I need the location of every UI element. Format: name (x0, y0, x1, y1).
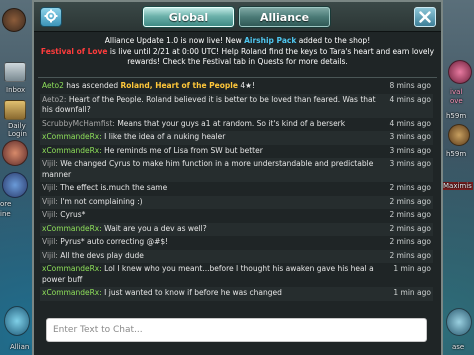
message-time: 2 mins ago (389, 250, 431, 260)
chat-header: Global Alliance (34, 2, 441, 32)
message-text: 4★! (237, 81, 255, 90)
hero-portrait-icon[interactable] (2, 172, 28, 198)
message-author[interactable]: Vijil: (42, 210, 58, 219)
message-author[interactable]: Aeto2 (42, 81, 64, 90)
chat-input[interactable] (47, 319, 426, 341)
list-item: Vijil: Cyrus* 2 mins ago (40, 209, 433, 223)
hero-portrait-icon[interactable] (2, 140, 28, 166)
announcement-festival: Festival of Love (40, 46, 108, 56)
message-text: has ascended (63, 81, 121, 90)
message-text: We changed Cyrus to make him function in… (42, 159, 374, 179)
message-time: 2 mins ago (389, 237, 431, 246)
bg-label-timer: h59m (446, 150, 467, 158)
bg-label-base: ase (452, 343, 465, 351)
message-time: 4 mins ago (389, 94, 431, 104)
announcement-text: Alliance Update 1.0 is now live! New (104, 36, 245, 45)
message-text: He reminds me of Lisa from SW but better (104, 145, 263, 155)
calendar-icon[interactable] (4, 100, 26, 120)
settings-button[interactable] (40, 7, 62, 27)
message-time: 2 mins ago (389, 223, 431, 233)
message-text: I'm not complaining :) (60, 196, 143, 206)
avatar-icon (2, 8, 26, 32)
message-text: Wait are you a dev as well? (104, 223, 207, 233)
list-item: ScrubbyMcHamfist: Means that your guys a… (40, 118, 433, 132)
bg-label-ine: ine (0, 210, 11, 218)
message-time: 2 mins ago (389, 196, 431, 206)
message-time: 2 mins ago (389, 210, 431, 219)
announcement-airship-pack: Airship Pack (244, 36, 297, 45)
close-button[interactable] (414, 7, 436, 27)
announcement-text: is live until 2/21 at 0:00 UTC! Help Rol… (107, 46, 435, 67)
list-item: Vijil: Pyrus* auto correcting @#$! 2 min… (40, 236, 433, 250)
divider (38, 77, 437, 78)
message-author[interactable]: Vijil: (42, 251, 58, 260)
message-time: 1 min ago (393, 264, 431, 273)
bg-label-login: Login (8, 130, 27, 138)
festival-icon[interactable] (448, 60, 472, 84)
message-time: 3 mins ago (389, 145, 431, 155)
message-list[interactable]: Aeto2 has ascended Roland, Heart of the … (40, 80, 433, 312)
message-author[interactable]: Vijil: (42, 183, 58, 192)
list-item: Vijil: We changed Cyrus to make him func… (40, 158, 433, 182)
bg-label-timer: h59m (446, 112, 467, 120)
list-item: xCommandeRx: He reminds me of Lisa from … (40, 145, 433, 159)
bg-label-inbox: Inbox (6, 86, 26, 94)
bg-label-maximis: Maximis (442, 182, 473, 190)
bg-label-ival: ival (450, 88, 463, 96)
message-time: 3 mins ago (389, 159, 431, 168)
message-author[interactable]: xCommandeRx: (42, 132, 102, 141)
message-text: Means that your guys a1 at random. So it… (117, 118, 346, 128)
message-time: 2 mins ago (389, 183, 431, 192)
list-item: Aeto2 has ascended Roland, Heart of the … (40, 80, 433, 94)
bg-label-ore: ore (0, 200, 12, 208)
message-text: Heart of the People. Roland believed it … (42, 94, 376, 115)
base-icon[interactable] (446, 308, 472, 336)
message-time: 1 min ago (393, 288, 431, 297)
list-item: Vijil: I'm not complaining :) 2 mins ago (40, 195, 433, 209)
list-item: xCommandeRx: I like the idea of a nuking… (40, 131, 433, 145)
announcement: Alliance Update 1.0 is now live! New Air… (40, 34, 435, 76)
list-item: Vijil: The effect is.much the same 2 min… (40, 182, 433, 196)
message-author[interactable]: xCommandeRx: (42, 264, 102, 273)
bg-label-alliance: Allian (10, 343, 30, 351)
message-author[interactable]: Vijil: (42, 159, 58, 168)
message-time: 4 mins ago (389, 118, 431, 128)
gear-icon (44, 8, 58, 27)
tab-global[interactable]: Global (143, 7, 234, 27)
message-time: 3 mins ago (389, 132, 431, 141)
tab-alliance[interactable]: Alliance (239, 7, 330, 27)
message-author[interactable]: xCommandeRx: (42, 288, 102, 297)
message-author[interactable]: Vijil: (42, 237, 58, 246)
list-item: xCommandeRx: I just wanted to know if be… (40, 287, 433, 301)
message-text: Cyrus* (60, 210, 86, 219)
message-text: The effect is.much the same (60, 183, 168, 192)
alliance-icon[interactable] (4, 306, 30, 336)
message-text: I just wanted to know if before he was c… (104, 288, 282, 297)
bg-label-daily: Daily (8, 122, 26, 130)
chat-panel: Global Alliance Alliance Update 1.0 is n… (32, 0, 443, 355)
inbox-icon[interactable] (4, 62, 26, 82)
message-time: 8 mins ago (389, 81, 431, 90)
message-text: Pyrus* auto correcting @#$! (60, 237, 169, 246)
announcement-text: added to the shop! (296, 36, 371, 45)
close-icon (419, 8, 431, 27)
chat-input-bar[interactable] (46, 318, 427, 342)
message-author[interactable]: ScrubbyMcHamfist: (42, 119, 115, 128)
list-item: Vijil: All the devs play dude 2 mins ago (40, 249, 433, 263)
message-author[interactable]: Vijil: (42, 197, 58, 206)
message-author[interactable]: xCommandeRx: (42, 146, 102, 155)
message-author[interactable]: xCommandeRx: (42, 224, 102, 233)
list-item: Aeto2: Heart of the People. Roland belie… (40, 93, 433, 118)
bg-label-ove: ove (450, 97, 463, 105)
message-text: All the devs play dude (60, 250, 144, 260)
list-item: xCommandeRx: Lol I knew who you meant...… (40, 263, 433, 287)
message-hero-name: Roland, Heart of the People (120, 81, 238, 90)
event-icon[interactable] (448, 124, 470, 146)
list-item: xCommandeRx: Wait are you a dev as well?… (40, 222, 433, 236)
message-author[interactable]: Aeto2: (42, 95, 66, 104)
message-text: I like the idea of a nuking healer (104, 132, 226, 141)
